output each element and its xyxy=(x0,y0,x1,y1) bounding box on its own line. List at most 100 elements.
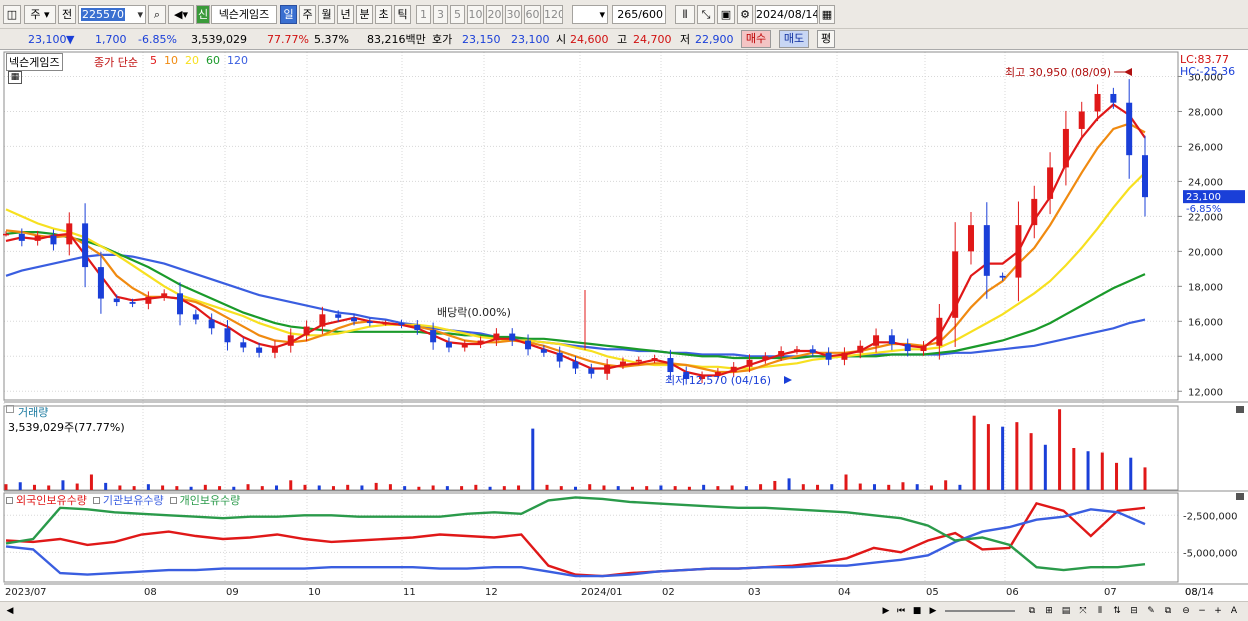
candle-icon[interactable]: ⫴ xyxy=(675,5,695,24)
ma-legend-10: 10 xyxy=(164,54,178,67)
interval-button-3[interactable]: 3 xyxy=(433,5,448,24)
period-tab-5[interactable]: 초 xyxy=(375,5,392,24)
table-icon[interactable]: ▤ xyxy=(1060,605,1072,618)
interval-button-30[interactable]: 30 xyxy=(505,5,522,24)
stock-code-input[interactable]: 225570 ▾ xyxy=(78,5,146,24)
stop-icon[interactable]: ■ xyxy=(911,605,923,618)
interval-button-5[interactable]: 5 xyxy=(450,5,465,24)
volume-bar xyxy=(1100,452,1104,490)
volume-title: 거래량 xyxy=(18,406,49,419)
x-tick-label: 03 xyxy=(748,587,761,598)
window-icon[interactable]: ◫ xyxy=(3,5,21,24)
minus-icon[interactable]: − xyxy=(1196,605,1208,618)
scroll-left-icon[interactable]: ◀ xyxy=(4,605,16,618)
volume-bar xyxy=(659,485,663,490)
interval-button-20[interactable]: 20 xyxy=(486,5,503,24)
first-icon[interactable]: ⏮ xyxy=(895,605,907,618)
period-tab-3[interactable]: 년 xyxy=(337,5,354,24)
count-field[interactable]: 265/600 xyxy=(612,5,666,24)
prev-button[interactable]: 전 xyxy=(58,5,76,24)
search-icon[interactable]: ⌕ xyxy=(148,5,166,24)
current-price: 23,100 xyxy=(28,33,67,46)
sell-button[interactable]: 매도 xyxy=(779,30,809,48)
draw-icon[interactable]: ⤡ xyxy=(697,5,715,24)
volume-ratio: 77.77% xyxy=(267,33,309,46)
copy-icon[interactable]: ⧉ xyxy=(1162,605,1174,618)
holding-legend-box-2[interactable] xyxy=(169,497,177,504)
volume-bar xyxy=(445,486,449,490)
candle xyxy=(936,317,943,346)
volume-bar xyxy=(89,474,93,490)
holding-legend-box-1[interactable] xyxy=(92,497,100,504)
volume-bar xyxy=(417,486,421,490)
save-icon[interactable]: ▣ xyxy=(717,5,735,24)
chart-type-icon[interactable]: ⫴ xyxy=(1094,605,1106,618)
current-price-label: 23,100 xyxy=(1186,192,1221,203)
date-field[interactable]: 2024/08/14 xyxy=(755,5,818,24)
buy-button[interactable]: 매수 xyxy=(741,30,771,48)
font-icon[interactable]: A xyxy=(1228,605,1240,618)
ruler-icon[interactable]: ⊟ xyxy=(1128,605,1140,618)
next-icon[interactable]: ▶ xyxy=(927,605,939,618)
volume-bar xyxy=(346,484,350,490)
candle xyxy=(904,344,911,352)
candle xyxy=(493,333,500,341)
holding-legend-box-0[interactable] xyxy=(6,497,13,504)
candle xyxy=(303,326,310,336)
period-tab-1[interactable]: 주 xyxy=(299,5,316,24)
zoom-out-icon[interactable]: ⊖ xyxy=(1180,605,1192,618)
interval-button-120[interactable]: 120 xyxy=(543,5,563,24)
period-tab-0[interactable]: 일 xyxy=(280,5,297,24)
volume-bar xyxy=(303,484,307,490)
stock-chart[interactable]: 30,00028,00026,00024,00022,00020,00018,0… xyxy=(0,50,1248,605)
volume-bar xyxy=(1115,462,1119,490)
interval-button-60[interactable]: 60 xyxy=(524,5,541,24)
pen-icon[interactable]: ✎ xyxy=(1145,605,1157,618)
layout-icon[interactable]: ⧉ xyxy=(1026,605,1038,618)
price-axis-label: 28,000 xyxy=(1188,107,1223,118)
tool-icon[interactable]: ⤧ xyxy=(1077,605,1089,618)
eval-button[interactable]: 평 xyxy=(817,30,835,48)
period-unit-select[interactable]: 주 ▾ xyxy=(24,5,56,24)
candle xyxy=(1015,225,1022,278)
period-tab-6[interactable]: 틱 xyxy=(394,5,411,24)
period-tab-4[interactable]: 분 xyxy=(356,5,373,24)
candle xyxy=(1126,102,1133,156)
gear-icon[interactable]: ⚙ xyxy=(737,5,753,24)
scroll-right-icon[interactable]: ▶ xyxy=(880,605,892,618)
volume-bar xyxy=(559,486,563,490)
volume-bar xyxy=(161,485,165,490)
high-label: 고 xyxy=(617,33,628,46)
speaker-icon[interactable]: ◀▾ xyxy=(168,5,194,24)
zoom-slider[interactable] xyxy=(945,610,1015,612)
candle xyxy=(540,349,547,353)
candle xyxy=(1094,93,1101,112)
candle xyxy=(287,335,294,346)
volume-bar xyxy=(1143,467,1147,490)
blank-select[interactable]: ▾ xyxy=(572,5,608,24)
price-axis-label: 26,000 xyxy=(1188,142,1223,153)
count-total: /600 xyxy=(638,8,663,21)
calculator-icon[interactable]: ▦ xyxy=(8,71,22,84)
volume-bar xyxy=(289,480,293,490)
volume-bar xyxy=(1015,422,1019,490)
volume-bar xyxy=(716,486,720,490)
open-label: 시 xyxy=(556,33,567,46)
interval-button-10[interactable]: 10 xyxy=(467,5,484,24)
min-arrow-icon xyxy=(784,376,792,384)
legend-stock-name[interactable]: 넥슨게임즈 xyxy=(6,53,63,71)
volume-bar xyxy=(816,484,820,490)
calendar-icon[interactable]: ▦ xyxy=(819,5,835,24)
dividend-label: 배당락(0.00%) xyxy=(437,306,511,319)
candle xyxy=(999,275,1006,278)
candle xyxy=(1062,128,1069,168)
interval-button-1[interactable]: 1 xyxy=(416,5,431,24)
volume-bar xyxy=(915,484,919,490)
candle xyxy=(430,330,437,343)
period-tab-2[interactable]: 월 xyxy=(318,5,335,24)
collapse-icon[interactable] xyxy=(6,405,14,413)
plus-icon[interactable]: + xyxy=(1212,605,1224,618)
candle xyxy=(604,365,611,374)
grid-icon[interactable]: ⊞ xyxy=(1043,605,1055,618)
arrows-icon[interactable]: ⇅ xyxy=(1111,605,1123,618)
